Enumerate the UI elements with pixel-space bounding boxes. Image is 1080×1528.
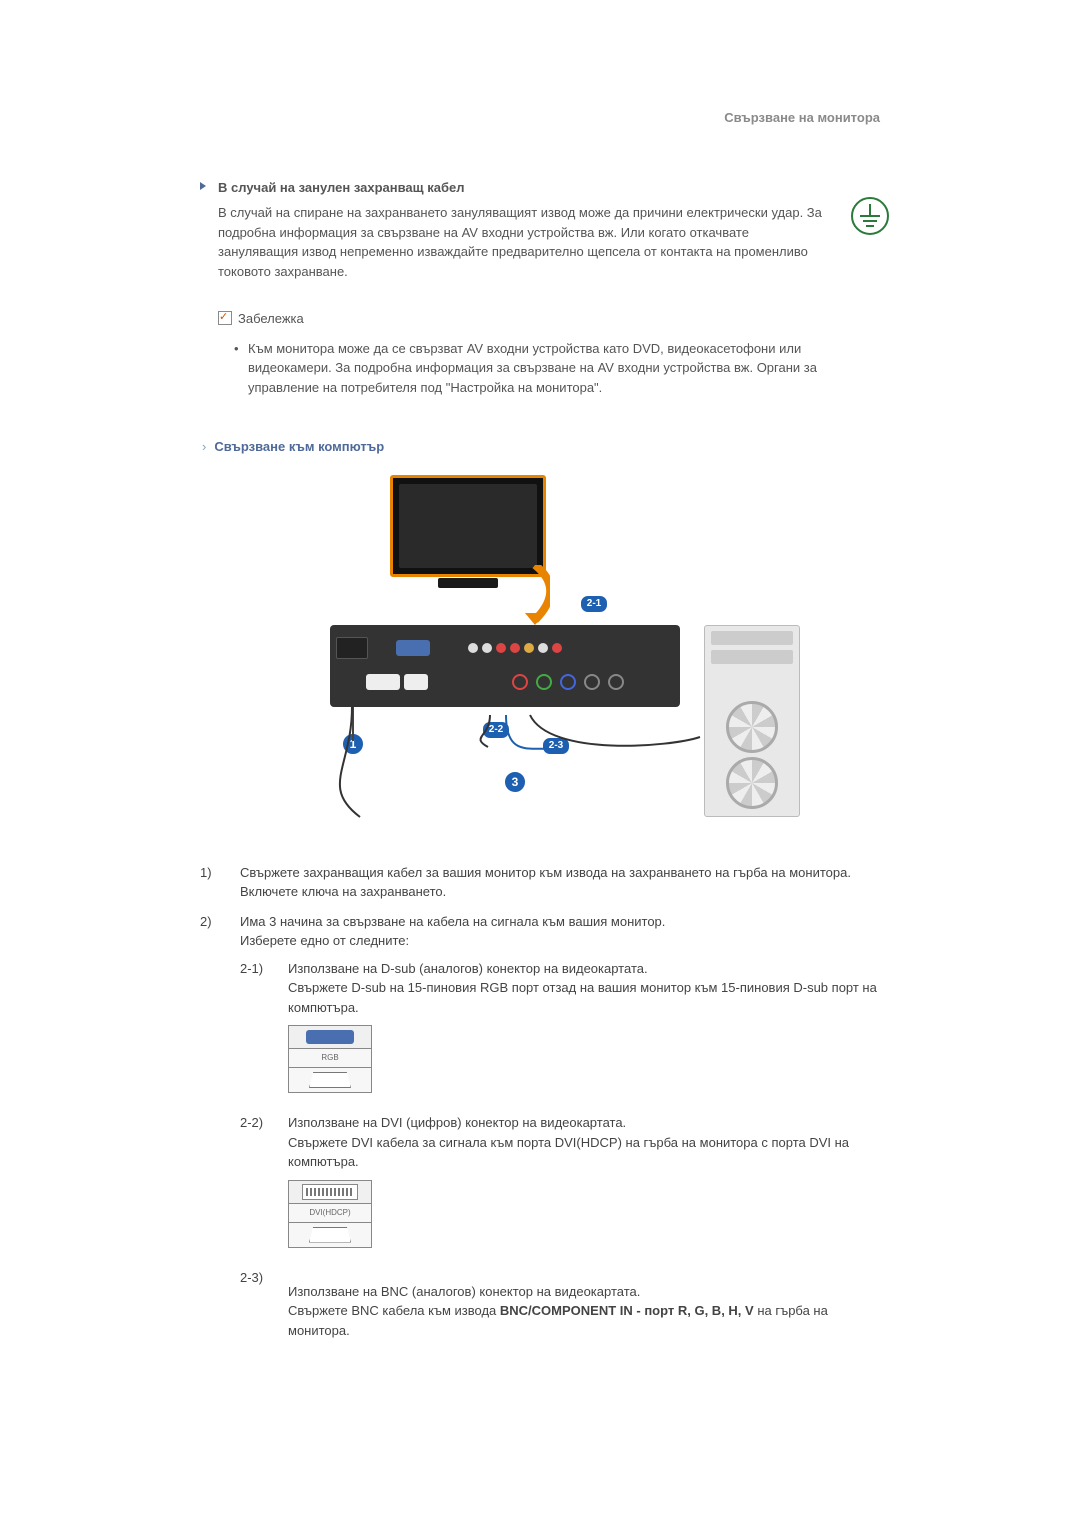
page-header-title: Свързване на монитора bbox=[200, 108, 880, 128]
fan-icon bbox=[726, 701, 778, 753]
substep-2-3-line2: Свържете BNC кабела към извода BNC/COMPO… bbox=[288, 1301, 880, 1340]
substep-num: 2-2) bbox=[240, 1113, 270, 1262]
substep-2-1: 2-1) Използване на D-sub (аналогов) коне… bbox=[240, 959, 880, 1108]
phono-icon bbox=[510, 643, 520, 653]
phono-icon bbox=[538, 643, 548, 653]
check-icon bbox=[218, 311, 232, 325]
pc-tower-icon bbox=[704, 625, 800, 817]
connection-diagram: 2-1 2-2 2-3 1 3 bbox=[310, 475, 770, 845]
bnc-v-icon bbox=[608, 674, 624, 690]
substep-num: 2-1) bbox=[240, 959, 270, 1108]
substeps: 2-1) Използване на D-sub (аналогов) коне… bbox=[240, 959, 880, 1341]
fan-icon bbox=[726, 757, 778, 809]
monitor-front-icon bbox=[390, 475, 546, 577]
phono-icon bbox=[524, 643, 534, 653]
step-text: Свържете захранващия кабел за вашия мони… bbox=[240, 863, 880, 902]
phono-icon bbox=[482, 643, 492, 653]
step-text: Има 3 начина за свързване на кабела на с… bbox=[240, 912, 880, 1347]
step-2-line1: Има 3 начина за свързване на кабела на с… bbox=[240, 912, 880, 932]
step-num: 2) bbox=[200, 912, 222, 1347]
callout-2-3: 2-3 bbox=[542, 737, 570, 755]
ground-icon bbox=[850, 196, 890, 242]
dvi-connector-icon bbox=[302, 1184, 358, 1200]
note-header: Забележка bbox=[200, 309, 880, 329]
instructions-list: 1) Свържете захранващия кабел за вашия м… bbox=[200, 863, 880, 1347]
substep-text: Използване на BNC (аналогов) конектор на… bbox=[288, 1268, 880, 1341]
bnc-r-icon bbox=[512, 674, 528, 690]
document-page: Свързване на монитора В случай на зануле… bbox=[0, 0, 1080, 1528]
step-2: 2) Има 3 начина за свързване на кабела н… bbox=[200, 912, 880, 1347]
trapezoid-port-icon bbox=[309, 1072, 351, 1088]
substep-2-3: 2-3) Използване на BNC (аналогов) конект… bbox=[240, 1268, 880, 1341]
monitor-back-panel-icon bbox=[330, 625, 680, 707]
port-label: RGB bbox=[288, 1049, 372, 1068]
section-cable: В случай на занулен захранващ кабел В сл… bbox=[200, 178, 880, 398]
power-port-icon bbox=[336, 637, 368, 659]
note-item: Към монитора може да се свързват AV вход… bbox=[234, 339, 880, 398]
note-list: Към монитора може да се свързват AV вход… bbox=[200, 339, 880, 398]
bnc-b-icon bbox=[560, 674, 576, 690]
substep-2-2: 2-2) Използване на DVI (цифров) конектор… bbox=[240, 1113, 880, 1262]
bnc-h-icon bbox=[584, 674, 600, 690]
substep-num: 2-3) bbox=[240, 1268, 270, 1341]
cables-icon bbox=[330, 707, 710, 827]
substep-text: Използване на D-sub (аналогов) конектор … bbox=[288, 959, 880, 1108]
note-label: Забележка bbox=[238, 311, 304, 326]
phono-icon bbox=[552, 643, 562, 653]
circle-3: 3 bbox=[504, 771, 526, 793]
step-1: 1) Свържете захранващия кабел за вашия м… bbox=[200, 863, 880, 902]
step-2-line2: Изберете едно от следните: bbox=[240, 931, 880, 951]
dvi-port-icon bbox=[366, 674, 400, 690]
phono-icon bbox=[468, 643, 478, 653]
callout-2-1: 2-1 bbox=[580, 595, 608, 613]
section-cable-body: В случай на спиране на захранването зану… bbox=[200, 203, 880, 281]
phono-icon bbox=[496, 643, 506, 653]
port-figure-dvi: DVI(HDCP) bbox=[288, 1180, 372, 1248]
port-figure-rgb: RGB bbox=[288, 1025, 372, 1093]
substep-text: Използване на DVI (цифров) конектор на в… bbox=[288, 1113, 880, 1262]
section-cable-title: В случай на занулен захранващ кабел bbox=[200, 178, 880, 198]
callout-2-2: 2-2 bbox=[482, 721, 510, 739]
trapezoid-port-icon bbox=[309, 1227, 351, 1243]
port-label: DVI(HDCP) bbox=[288, 1204, 372, 1223]
step-num: 1) bbox=[200, 863, 222, 902]
cable-icon bbox=[352, 707, 354, 741]
section-connect-pc-title: Свързване към компютър bbox=[218, 437, 880, 457]
usb-port-icon bbox=[404, 674, 428, 690]
arrow-icon bbox=[520, 565, 550, 625]
vga-port-icon bbox=[396, 640, 430, 656]
bnc-g-icon bbox=[536, 674, 552, 690]
vga-connector-icon bbox=[306, 1030, 354, 1044]
